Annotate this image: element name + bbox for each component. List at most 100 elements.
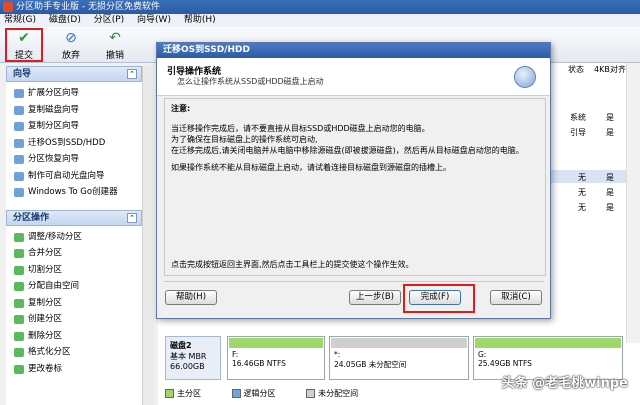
undo-button[interactable]: ↶ 撤销 (98, 29, 132, 61)
partition-unallocated[interactable]: *: 24.05GB 未分配空间 (329, 336, 469, 380)
op-delete[interactable]: 删除分区 (14, 328, 142, 345)
back-button[interactable]: 上一步(B) (349, 290, 401, 305)
dialog-subheading: 怎么让操作系统从SSD或HDD磁盘上启动 (177, 77, 324, 86)
wizard-item-label: 扩展分区向导 (28, 88, 80, 98)
wizard-item-label: Windows To Go创建器 (28, 187, 118, 197)
row2-align: 是 (606, 128, 614, 137)
legend-logical-label: 逻辑分区 (243, 389, 276, 398)
wizard-panel-title: 向导 (13, 69, 32, 79)
help-button[interactable]: 帮助(H) (165, 290, 217, 305)
wizard-item-label: 迁移OS到SSD/HDD (28, 137, 106, 148)
unallocated-bar (331, 338, 467, 348)
wizard-panel-header[interactable]: 向导 ⌃ (6, 66, 142, 82)
collapse-icon[interactable]: ⌃ (127, 69, 137, 79)
copy-disk-icon (14, 105, 24, 115)
menu-general[interactable]: 常规(G) (4, 15, 36, 25)
row4-align: 是 (606, 188, 614, 197)
note-extra: 如果操作系统不能从目标磁盘上启动，请试着连接目标磁盘到源磁盘的插槽上。 (171, 163, 451, 172)
window-title: 分区助手专业版 - 无损分区免费软件 (16, 2, 160, 12)
note-line-2: 为了确保在目标磁盘上的操作系统可启动, (171, 135, 318, 144)
disk2-type: 基本 MBR (170, 352, 207, 361)
copy-partition-icon (14, 122, 24, 131)
collapse-icon[interactable]: ⌃ (127, 212, 137, 223)
label-icon (14, 364, 24, 374)
wizard-item-bootable-cd[interactable]: 制作可启动光盘向导 (14, 168, 142, 185)
op-allocate[interactable]: 分配自由空间 (14, 278, 142, 295)
dialog-title: 迁移OS到SSD/HDD (157, 43, 550, 58)
format-icon (14, 348, 24, 357)
wizard-item-copy-disk[interactable]: 复制磁盘向导 (14, 102, 142, 119)
row4-status: 无 (578, 188, 586, 197)
title-bar: 分区助手专业版 - 无损分区免费软件 (0, 0, 640, 14)
op-label: 更改卷标 (28, 363, 63, 374)
wizard-item-recovery[interactable]: 分区恢复向导 (14, 151, 142, 168)
row5-status: 无 (578, 203, 586, 212)
menu-disk[interactable]: 磁盘(D) (49, 15, 81, 25)
wizard-item-windows-to-go[interactable]: Windows To Go创建器 (14, 184, 142, 201)
dialog-footer-text: 点击完成按钮返回主界面,然后点击工具栏上的提交使这个操作生效。 (171, 260, 414, 269)
legend-primary-label: 主分区 (177, 389, 201, 398)
op-split[interactable]: 切割分区 (14, 262, 142, 279)
op-label: 复制分区 (28, 297, 63, 308)
submit-highlight-box (5, 28, 43, 62)
menu-wizard[interactable]: 向导(W) (137, 15, 171, 25)
merge-icon (14, 249, 24, 258)
disk2-name: 磁盘2 (170, 341, 192, 350)
windows-icon (14, 188, 24, 197)
app-icon (3, 2, 13, 12)
op-format[interactable]: 格式化分区 (14, 344, 142, 361)
op-copy[interactable]: 复制分区 (14, 295, 142, 312)
watermark: 头条 @老毛桃winpe (501, 376, 628, 391)
op-merge[interactable]: 合并分区 (14, 245, 142, 262)
cancel-button[interactable]: 取消(C) (490, 290, 542, 305)
op-resize[interactable]: 调整/移动分区 (14, 229, 142, 246)
primary-swatch (165, 389, 174, 398)
op-label: 调整/移动分区 (28, 231, 82, 242)
unallocated-swatch (306, 389, 316, 398)
partition-g-info: 25.49GB NTFS (478, 359, 532, 368)
wizard-item-label: 制作可启动光盘向导 (28, 170, 105, 181)
ops-panel-title: 分区操作 (13, 212, 50, 223)
finish-highlight-box (403, 284, 475, 313)
right-scrollbar[interactable] (626, 63, 640, 343)
partition-f-label: F: (232, 350, 239, 359)
row3-status: 无 (578, 173, 586, 182)
op-label-change[interactable]: 更改卷标 (14, 361, 142, 378)
wizard-item-label: 分区恢复向导 (28, 154, 80, 164)
col-4k-align[interactable]: 4KB对齐 (594, 63, 626, 76)
menu-bar: 常规(G) 磁盘(D) 分区(P) 向导(W) 帮助(H) (0, 14, 640, 27)
note-line-1: 当迁移操作完成后，请不要直接从目标SSD或HDD磁盘上启动您的电脑。 (171, 124, 430, 133)
row1-status: 系统 (570, 113, 586, 122)
create-icon (14, 315, 24, 324)
menu-partition[interactable]: 分区(P) (94, 15, 124, 25)
partition-f[interactable]: F: 16.46GB NTFS (227, 336, 325, 380)
partition-g-bar (475, 338, 621, 348)
partition-f-info: 16.46GB NTFS (232, 359, 286, 368)
wizard-item-migrate-os[interactable]: 迁移OS到SSD/HDD (14, 135, 142, 152)
selected-row[interactable] (551, 170, 626, 183)
partition-g-label: G: (478, 350, 487, 359)
row1-align: 是 (606, 113, 614, 122)
row3-align: 是 (606, 173, 614, 182)
wizard-item-copy-partition[interactable]: 复制分区向导 (14, 118, 142, 135)
row5-align: 是 (606, 203, 614, 212)
left-scrollbar[interactable] (142, 66, 154, 405)
menu-help[interactable]: 帮助(H) (184, 15, 216, 25)
wizard-item-extend[interactable]: 扩展分区向导 (14, 85, 142, 102)
op-create[interactable]: 创建分区 (14, 311, 142, 328)
wizard-item-label: 复制磁盘向导 (28, 104, 80, 115)
row2-status: 引导 (570, 128, 586, 137)
ops-panel-header[interactable]: 分区操作 ⌃ (6, 209, 142, 226)
logical-swatch (231, 389, 241, 398)
col-status[interactable]: 状态 (568, 63, 584, 76)
discard-button[interactable]: ⊘ 放弃 (54, 29, 88, 61)
undo-icon: ↶ (109, 30, 121, 46)
op-label: 格式化分区 (28, 347, 71, 357)
discard-label: 放弃 (61, 51, 80, 61)
op-label: 合并分区 (28, 248, 63, 258)
discard-icon: ⊘ (65, 30, 77, 46)
op-label: 切割分区 (28, 264, 63, 275)
disk2-size: 66.00GB (170, 362, 205, 371)
disk2-label[interactable]: 磁盘2 基本 MBR 66.00GB (165, 336, 221, 380)
note-line-3: 在迁移完成后,请关闭电脑并从电脑中移除源磁盘(即被拔源磁盘)，然后再从目标磁盘启… (171, 146, 524, 155)
